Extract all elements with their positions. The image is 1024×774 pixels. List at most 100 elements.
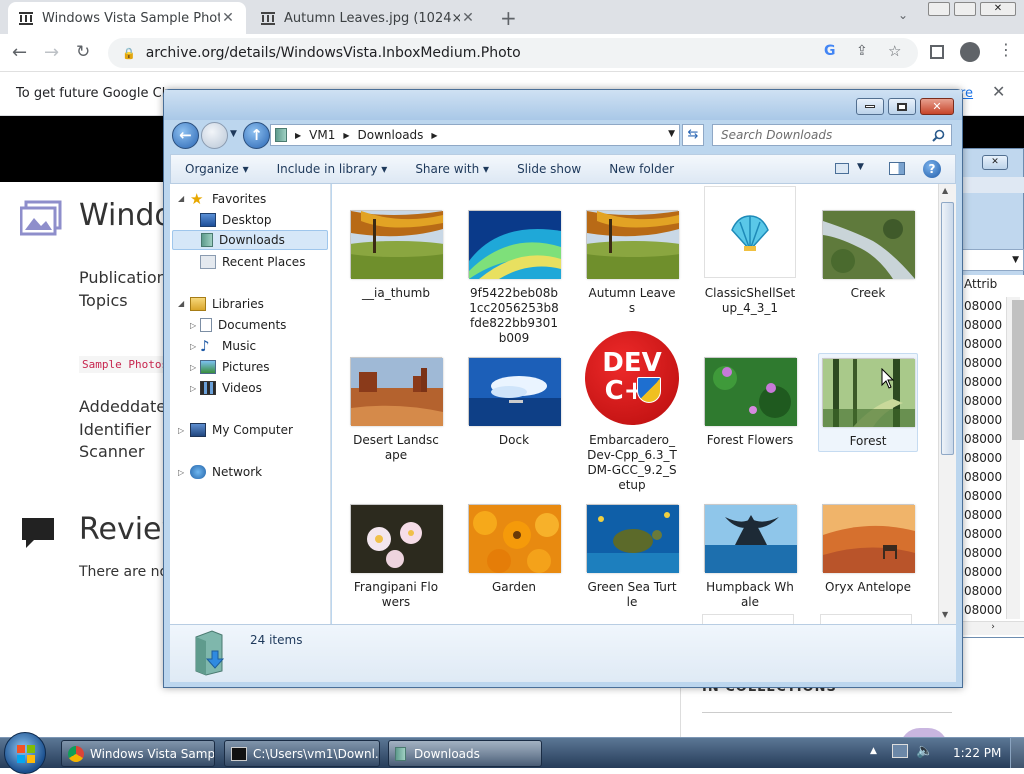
file-item[interactable]: Frangipani Flowers xyxy=(346,504,446,610)
nav-recent-places[interactable]: Recent Places xyxy=(200,252,305,272)
volume-icon[interactable]: 🔈 xyxy=(916,743,933,759)
reload-icon[interactable]: ↻ xyxy=(76,42,90,62)
close-icon[interactable]: ✕ xyxy=(982,155,1008,170)
back-icon[interactable]: ← xyxy=(12,42,27,63)
taskbar-item-downloads[interactable]: Downloads xyxy=(388,740,542,767)
change-view-icon[interactable] xyxy=(835,163,849,174)
nav-music[interactable]: ♪ Music xyxy=(200,336,256,356)
file-item[interactable]: Autumn Leaves xyxy=(582,210,682,316)
nav-network[interactable]: Network xyxy=(190,462,262,482)
refresh-icon[interactable]: ⇆ xyxy=(682,124,704,146)
horizontal-scrollbar[interactable]: › xyxy=(962,621,1024,635)
nav-libraries[interactable]: Libraries xyxy=(190,294,264,314)
profile-avatar[interactable] xyxy=(960,42,980,62)
file-item[interactable]: Dock xyxy=(464,357,564,448)
collapse-arrow-icon[interactable]: ▷ xyxy=(178,426,184,435)
nav-videos[interactable]: Videos xyxy=(200,378,262,398)
show-desktop-button[interactable] xyxy=(1010,738,1024,768)
file-item[interactable]: __ia_thumb xyxy=(346,210,446,301)
dropdown-chevron-icon[interactable]: ▼ xyxy=(962,249,1024,271)
file-item[interactable]: Desert Landscape xyxy=(346,357,446,463)
address-dropdown-icon[interactable]: ▼ xyxy=(668,129,675,139)
side-panel-icon[interactable] xyxy=(930,45,944,59)
taskbar-item-chrome[interactable]: Windows Vista Samp... xyxy=(61,740,215,767)
recent-pages-chevron-icon[interactable]: ▼ xyxy=(230,129,237,139)
attribute-row[interactable]: 08000 xyxy=(964,489,1006,503)
tab-search-chevron-icon[interactable]: ⌄ xyxy=(898,8,908,22)
breadcrumb-separator-icon[interactable]: ▶ xyxy=(343,131,349,140)
attribute-row[interactable]: 08000 xyxy=(964,546,1006,560)
up-button[interactable]: ↑ xyxy=(243,122,270,149)
file-item[interactable]: Humpback Whale xyxy=(700,504,800,610)
nav-my-computer[interactable]: My Computer xyxy=(190,420,293,440)
breadcrumb-vm1[interactable]: VM1 xyxy=(309,128,335,142)
forward-button[interactable] xyxy=(201,122,228,149)
collapse-arrow-icon[interactable]: ▷ xyxy=(190,363,196,372)
attribute-row[interactable]: 08000 xyxy=(964,451,1006,465)
scrollbar-thumb[interactable] xyxy=(941,202,954,455)
close-window-icon[interactable]: ✕ xyxy=(980,2,1016,16)
file-item[interactable]: Forest xyxy=(818,353,918,452)
collapse-arrow-icon[interactable]: ▷ xyxy=(190,384,196,393)
collapse-arrow-icon[interactable]: ▷ xyxy=(178,468,184,477)
vertical-scrollbar[interactable]: ▲ ▼ xyxy=(938,184,956,624)
file-item[interactable]: Garden xyxy=(464,504,564,595)
organize-button[interactable]: Organize ▾ xyxy=(171,162,263,176)
attribute-row[interactable]: 08000 xyxy=(964,394,1006,408)
share-icon[interactable]: ⇪ xyxy=(856,43,868,59)
expand-arrow-icon[interactable]: ◢ xyxy=(178,299,184,308)
page-scrollbar-thumb[interactable] xyxy=(1012,300,1024,440)
scroll-up-icon[interactable]: ▲ xyxy=(942,186,948,195)
file-item-partial[interactable] xyxy=(820,614,912,624)
slide-show-button[interactable]: Slide show xyxy=(503,162,595,176)
forward-icon[interactable]: → xyxy=(44,42,59,63)
new-folder-button[interactable]: New folder xyxy=(595,162,688,176)
file-item[interactable]: Oryx Antelope xyxy=(818,504,918,595)
bookmark-star-icon[interactable]: ☆ xyxy=(888,42,901,60)
nav-downloads[interactable]: Downloads xyxy=(172,230,328,250)
address-bar[interactable]: 🔒 archive.org/details/WindowsVista.Inbox… xyxy=(108,38,918,68)
explorer-window[interactable]: ✕ ← ▼ ↑ ▶ VM1 ▶ Downloads ▶ ▼ ⇆ Search D… xyxy=(163,89,963,688)
minimize-icon[interactable] xyxy=(928,2,950,16)
attribute-row[interactable]: 08000 xyxy=(964,432,1006,446)
attribute-row[interactable]: 08000 xyxy=(964,356,1006,370)
search-icon[interactable] xyxy=(932,129,945,142)
scroll-down-icon[interactable]: ▼ xyxy=(942,610,948,619)
file-item[interactable]: DEV C+ Embarcadero_Dev-Cpp_6.3_TDM-GCC_9.2… xyxy=(582,331,682,493)
expand-arrow-icon[interactable]: ◢ xyxy=(178,194,184,203)
close-button[interactable]: ✕ xyxy=(920,98,954,115)
nav-favorites[interactable]: ★ Favorites xyxy=(190,189,266,209)
attribute-row[interactable]: 08000 xyxy=(964,584,1006,598)
file-item[interactable]: 9f5422beb08b1cc2056253b8fde822bb9301b009 xyxy=(464,210,564,346)
clock[interactable]: 1:22 PM xyxy=(953,746,1001,760)
attribute-row[interactable]: 08000 xyxy=(964,470,1006,484)
breadcrumb-separator-icon[interactable]: ▶ xyxy=(431,131,437,140)
attribute-row[interactable]: 08000 xyxy=(964,337,1006,351)
taskbar-item-console[interactable]: C:\Users\vm1\Downl... xyxy=(224,740,380,767)
collapse-arrow-icon[interactable]: ▷ xyxy=(190,342,196,351)
view-dropdown-icon[interactable]: ▼ xyxy=(857,162,864,172)
restore-icon[interactable] xyxy=(954,2,976,16)
attribute-row[interactable]: 08000 xyxy=(964,527,1006,541)
include-in-library-button[interactable]: Include in library ▾ xyxy=(263,162,402,176)
file-item[interactable]: Creek xyxy=(818,210,918,301)
attribute-row[interactable]: 08000 xyxy=(964,318,1006,332)
close-tab-icon[interactable]: ✕ xyxy=(220,10,236,26)
attribute-row[interactable]: 08000 xyxy=(964,299,1006,313)
attribute-row[interactable]: 08000 xyxy=(964,375,1006,389)
attribute-row[interactable]: 08000 xyxy=(964,565,1006,579)
new-tab-icon[interactable]: + xyxy=(500,6,517,30)
maximize-button[interactable] xyxy=(888,98,916,115)
tab-windows-vista-sample-photos[interactable]: Windows Vista Sample Photos : Fr ✕ xyxy=(8,2,246,34)
file-item[interactable]: Green Sea Turtle xyxy=(582,504,682,610)
breadcrumb-downloads[interactable]: Downloads xyxy=(358,128,424,142)
help-icon[interactable]: ? xyxy=(923,160,941,178)
title-bar[interactable]: ✕ xyxy=(164,90,962,120)
address-bar[interactable]: ▶ VM1 ▶ Downloads ▶ ▼ xyxy=(270,124,680,146)
file-item-partial[interactable] xyxy=(702,614,794,624)
file-item[interactable]: ClassicShellSetup_4_3_1 xyxy=(700,186,800,316)
attribute-row[interactable]: 08000 xyxy=(964,508,1006,522)
share-with-button[interactable]: Share with ▾ xyxy=(401,162,503,176)
collapse-arrow-icon[interactable]: ▷ xyxy=(190,321,196,330)
nav-pictures[interactable]: Pictures xyxy=(200,357,270,377)
